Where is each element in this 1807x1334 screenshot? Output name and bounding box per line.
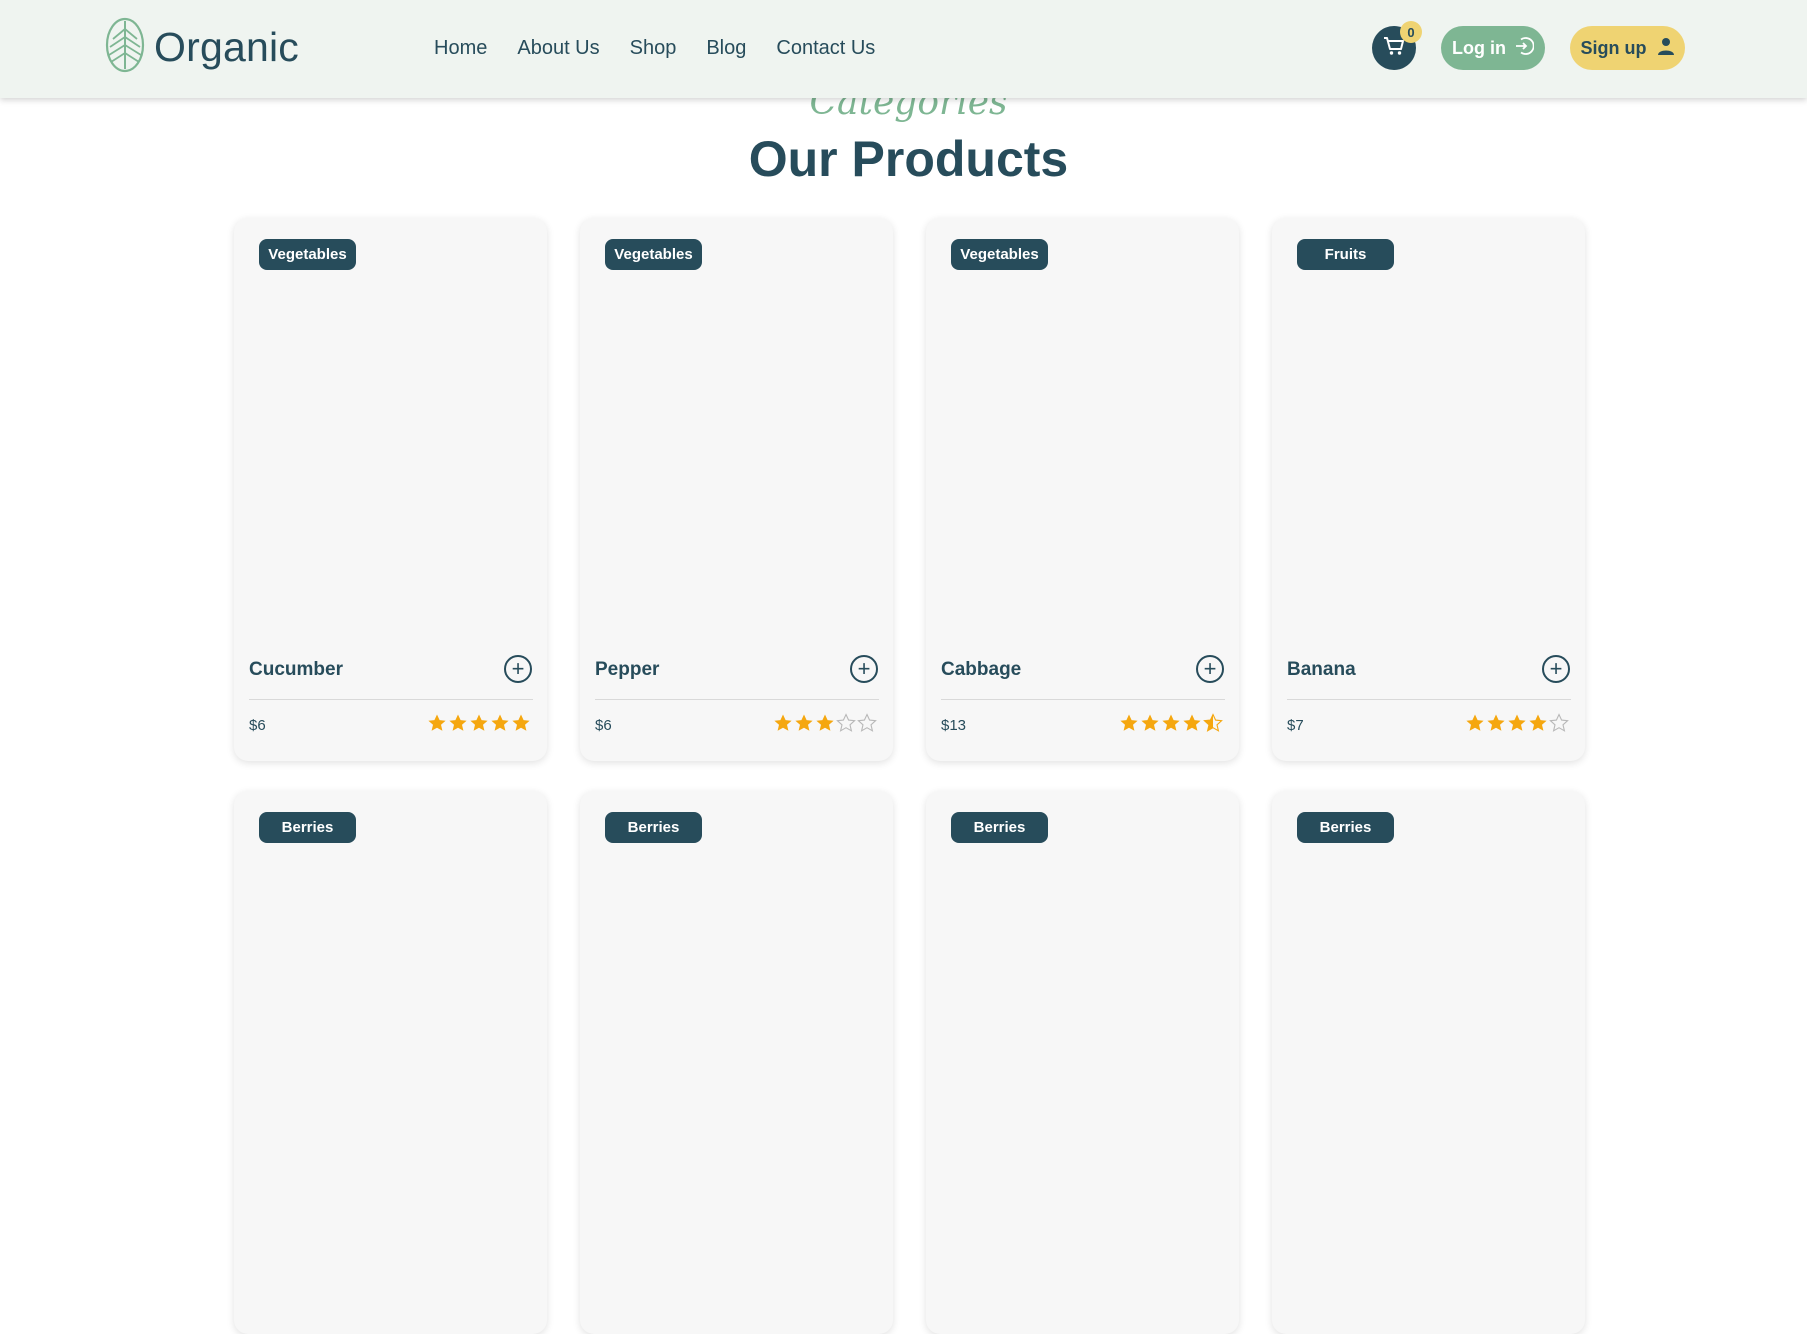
add-to-cart-button[interactable]: + xyxy=(1196,655,1224,683)
star-icon xyxy=(1140,713,1160,733)
star-icon xyxy=(469,713,489,733)
logo-text: Organic xyxy=(154,23,299,70)
product-price: $6 xyxy=(249,717,266,734)
star-rating xyxy=(1119,713,1223,733)
logo[interactable]: Organic xyxy=(105,17,299,78)
nav-blog[interactable]: Blog xyxy=(706,34,746,62)
category-badge: Vegetables xyxy=(605,239,702,270)
product-card[interactable]: Vegetables Cucumber + $6 xyxy=(234,218,547,761)
star-icon xyxy=(511,713,531,733)
category-badge: Berries xyxy=(605,812,702,843)
nav-home[interactable]: Home xyxy=(434,34,487,62)
star-icon xyxy=(1182,713,1202,733)
star-icon xyxy=(1549,713,1569,733)
login-arrow-icon xyxy=(1514,36,1535,61)
category-badge: Fruits xyxy=(1297,239,1394,270)
product-price: $7 xyxy=(1287,717,1304,734)
category-badge: Vegetables xyxy=(951,239,1048,270)
login-button[interactable]: Log in xyxy=(1441,26,1545,70)
star-icon xyxy=(1528,713,1548,733)
product-name: Cabbage xyxy=(941,659,1022,680)
divider xyxy=(941,699,1225,700)
star-rating xyxy=(1465,713,1569,733)
plus-circle-icon: + xyxy=(857,656,871,681)
category-badge: Vegetables xyxy=(259,239,356,270)
add-to-cart-button[interactable]: + xyxy=(1542,655,1570,683)
product-card[interactable]: Berries xyxy=(926,791,1239,1334)
add-to-cart-button[interactable]: + xyxy=(504,655,532,683)
signup-button[interactable]: Sign up xyxy=(1570,26,1685,70)
product-name: Pepper xyxy=(595,659,660,680)
plus-circle-icon: + xyxy=(1203,656,1217,681)
star-icon xyxy=(448,713,468,733)
star-icon xyxy=(1161,713,1181,733)
star-rating xyxy=(427,713,531,733)
product-name: Cucumber xyxy=(249,659,343,680)
product-grid: Vegetables Cucumber + $6 Vegetables Pepper + $6… xyxy=(234,218,1585,1334)
product-price: $13 xyxy=(941,717,967,734)
plus-circle-icon: + xyxy=(511,656,525,681)
leaf-icon xyxy=(105,17,145,78)
category-badge: Berries xyxy=(259,812,356,843)
star-icon xyxy=(815,713,835,733)
star-icon xyxy=(836,713,856,733)
product-card[interactable]: Berries xyxy=(580,791,893,1334)
star-icon xyxy=(1465,713,1485,733)
star-icon xyxy=(857,713,877,733)
category-badge: Berries xyxy=(951,812,1048,843)
user-icon xyxy=(1657,37,1675,60)
product-card[interactable]: Vegetables Cabbage + $13 xyxy=(926,218,1239,761)
star-rating xyxy=(773,713,877,733)
cart-count-badge: 0 xyxy=(1400,21,1422,43)
star-icon xyxy=(427,713,447,733)
section-title: Our Products xyxy=(748,131,1069,187)
nav-contact-us[interactable]: Contact Us xyxy=(776,34,875,62)
plus-circle-icon: + xyxy=(1549,656,1563,681)
star-icon xyxy=(794,713,814,733)
star-icon xyxy=(1203,713,1223,733)
product-card[interactable]: Berries xyxy=(1272,791,1585,1334)
product-price: $6 xyxy=(595,717,612,734)
star-icon xyxy=(1486,713,1506,733)
nav-shop[interactable]: Shop xyxy=(630,34,677,62)
divider xyxy=(595,699,879,700)
nav-about-us[interactable]: About Us xyxy=(517,34,599,62)
product-name: Banana xyxy=(1287,659,1356,680)
cart-icon xyxy=(1383,36,1405,61)
category-badge: Berries xyxy=(1297,812,1394,843)
login-label: Log in xyxy=(1452,37,1506,58)
star-icon xyxy=(773,713,793,733)
site-header: Organic Home About Us Shop Blog Contact … xyxy=(0,0,1807,98)
main-nav: Home About Us Shop Blog Contact Us xyxy=(434,34,905,62)
add-to-cart-button[interactable]: + xyxy=(850,655,878,683)
signup-label: Sign up xyxy=(1580,37,1647,58)
product-card[interactable]: Fruits Banana + $7 xyxy=(1272,218,1585,761)
star-icon xyxy=(490,713,510,733)
divider xyxy=(249,699,533,700)
product-card[interactable]: Berries xyxy=(234,791,547,1334)
star-icon xyxy=(1119,713,1139,733)
star-icon xyxy=(1507,713,1527,733)
divider xyxy=(1287,699,1571,700)
product-card[interactable]: Vegetables Pepper + $6 xyxy=(580,218,893,761)
